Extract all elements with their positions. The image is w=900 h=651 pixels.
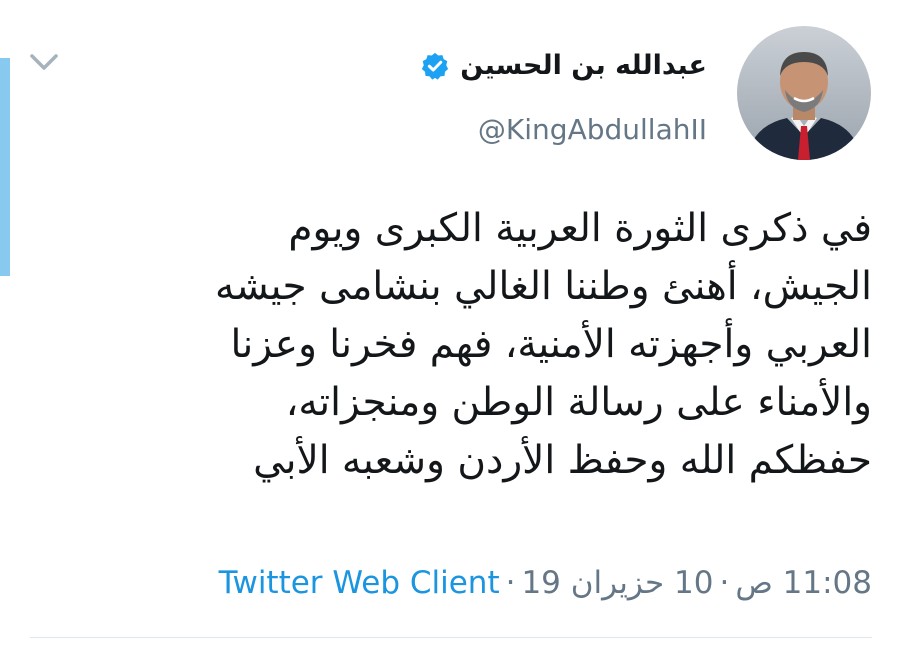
meta-separator: · — [505, 565, 516, 601]
tweet-text: في ذكرى الثورة العربية الكبرى ويوم الجيش… — [92, 200, 872, 490]
tweet-text-line: والأمناء على رسالة الوطن ومنجزاته، — [285, 380, 872, 425]
tweet-text-line: في ذكرى الثورة العربية الكبرى ويوم — [288, 206, 872, 251]
tweet-text-line: حفظكم الله وحفظ الأردن وشعبه الأبي — [253, 438, 872, 483]
tweet-text-line: الجيش، أهنئ وطننا الغالي بنشامى جيشه — [214, 264, 872, 309]
divider — [30, 637, 872, 638]
tweet-client-link[interactable]: Twitter Web Client — [219, 565, 500, 601]
tweet-time[interactable]: 11:08 ص — [735, 565, 872, 601]
avatar[interactable] — [737, 26, 871, 160]
tweet-date[interactable]: 10 حزيران 19 — [521, 565, 713, 601]
display-name[interactable]: عبدالله بن الحسين — [460, 44, 707, 88]
user-handle[interactable]: @KingAbdullahII — [478, 108, 707, 152]
meta-separator: · — [719, 565, 730, 601]
thread-accent-bar — [0, 58, 10, 276]
tweet-text-line: العربي وأجهزته الأمنية، فهم فخرنا وعزنا — [230, 322, 872, 367]
chevron-down-icon[interactable] — [26, 48, 62, 76]
author-name-row[interactable]: عبدالله بن الحسين — [420, 44, 707, 88]
tweet-metadata: 11:08 ص·10 حزيران 19·Twitter Web Client — [219, 558, 872, 608]
verified-badge-icon — [422, 52, 449, 80]
